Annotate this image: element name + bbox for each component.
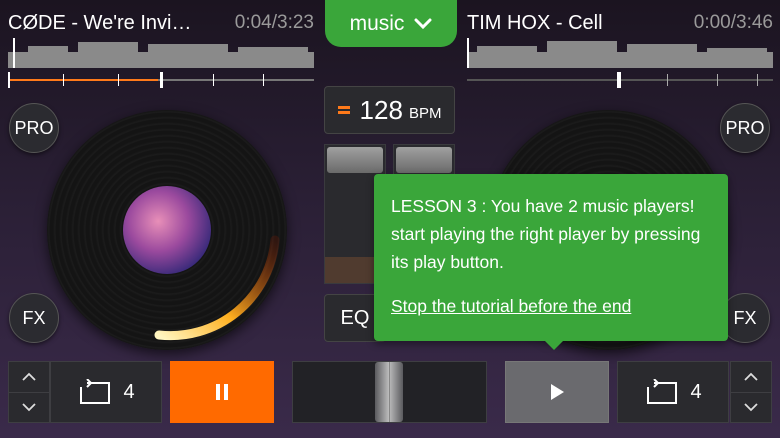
chevron-up-icon bbox=[744, 372, 758, 381]
left-loop-count: 4 bbox=[123, 380, 135, 403]
tutorial-lesson-popup: LESSON 3 : You have 2 music players! sta… bbox=[374, 174, 728, 341]
left-record-label bbox=[123, 186, 211, 274]
chevron-up-icon bbox=[22, 372, 36, 381]
play-icon bbox=[551, 384, 564, 400]
pause-icon bbox=[216, 384, 228, 400]
left-fx-button[interactable]: FX bbox=[9, 293, 59, 343]
music-library-tab[interactable]: music bbox=[325, 0, 457, 47]
left-track-time: 0:04/3:23 bbox=[235, 12, 314, 34]
right-time-elapsed: 0:00 bbox=[693, 12, 731, 33]
left-turntable[interactable] bbox=[47, 110, 287, 350]
chevron-down-icon bbox=[744, 403, 758, 412]
right-loop-count: 4 bbox=[690, 380, 702, 403]
right-track-title: TIM HOX - Cell bbox=[467, 11, 603, 34]
right-loop-size-stepper[interactable] bbox=[730, 361, 772, 423]
left-pause-button[interactable] bbox=[170, 361, 274, 423]
right-loop-up-button[interactable] bbox=[731, 362, 771, 393]
right-pro-button[interactable]: PRO bbox=[720, 103, 770, 153]
bpm-value: 128 bbox=[359, 94, 403, 125]
right-time-total: 3:46 bbox=[736, 12, 773, 33]
left-loop-down-button[interactable] bbox=[9, 393, 49, 423]
right-waveform[interactable] bbox=[467, 38, 773, 68]
bpm-unit: BPM bbox=[408, 104, 442, 122]
stop-tutorial-link[interactable]: Stop the tutorial before the end bbox=[391, 292, 631, 320]
left-pitch-thumb[interactable] bbox=[327, 147, 383, 173]
music-tab-label: music bbox=[349, 11, 405, 35]
left-track-info: CØDE - We're Invi… 0:04/3:23 bbox=[8, 10, 314, 36]
left-loop-button[interactable]: 4 bbox=[50, 361, 162, 423]
right-play-button[interactable] bbox=[505, 361, 609, 423]
right-loop-button[interactable]: 4 bbox=[617, 361, 729, 423]
left-time-total: 3:23 bbox=[277, 12, 314, 33]
left-track-overview[interactable] bbox=[8, 72, 314, 88]
bpm-sync-icon bbox=[337, 106, 350, 114]
crossfader-center-line bbox=[389, 362, 390, 422]
tutorial-pointer bbox=[544, 340, 564, 350]
chevron-down-icon bbox=[22, 403, 36, 412]
left-pro-button[interactable]: PRO bbox=[9, 103, 59, 153]
left-loop-size-stepper[interactable] bbox=[8, 361, 50, 423]
crossfader[interactable] bbox=[292, 361, 487, 423]
bpm-display[interactable]: 128 BPM bbox=[324, 86, 455, 134]
right-track-time: 0:00/3:46 bbox=[694, 12, 773, 34]
right-pitch-thumb[interactable] bbox=[396, 147, 452, 173]
right-track-info: TIM HOX - Cell 0:00/3:46 bbox=[467, 10, 773, 36]
right-loop-down-button[interactable] bbox=[731, 393, 771, 423]
right-track-overview[interactable] bbox=[467, 72, 773, 88]
left-loop-up-button[interactable] bbox=[9, 362, 49, 393]
chevron-down-icon bbox=[414, 18, 432, 29]
loop-icon bbox=[647, 379, 678, 404]
left-time-elapsed: 0:04 bbox=[234, 12, 272, 33]
loop-icon bbox=[80, 379, 111, 404]
left-waveform[interactable] bbox=[8, 38, 314, 68]
tutorial-lesson-text: LESSON 3 : You have 2 music players! sta… bbox=[391, 196, 701, 272]
left-track-title: CØDE - We're Invi… bbox=[8, 11, 192, 34]
